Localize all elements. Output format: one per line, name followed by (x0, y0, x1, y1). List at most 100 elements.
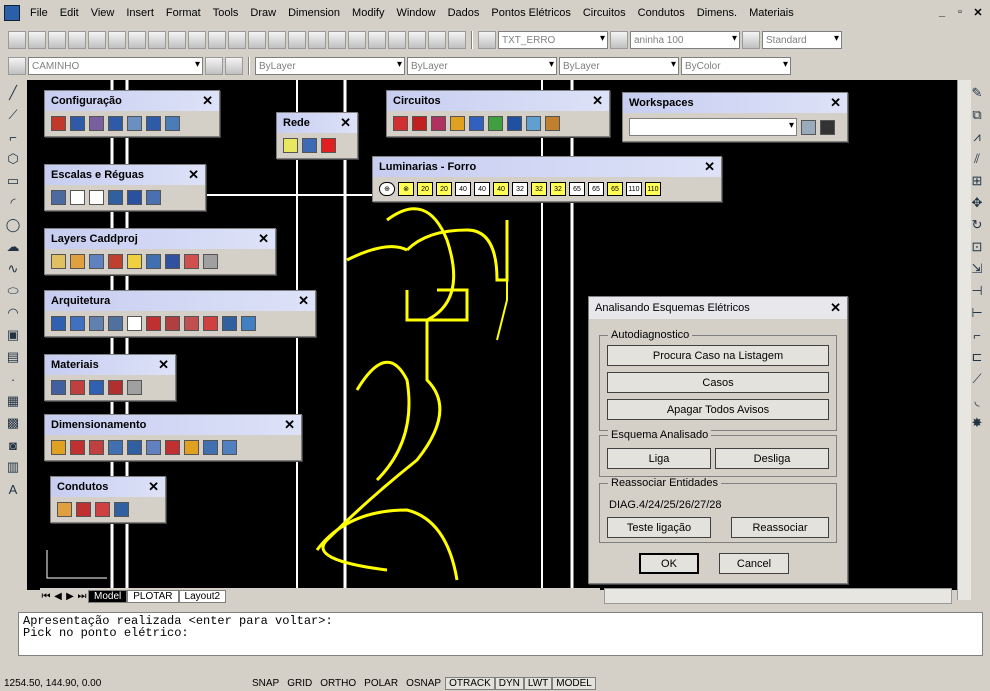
arq-icon[interactable] (70, 316, 85, 331)
palette-title[interactable]: Layers Caddproj ✕ (45, 229, 275, 249)
circuit-icon[interactable] (488, 116, 503, 131)
mtext-icon[interactable]: A (4, 480, 22, 498)
escala-icon[interactable] (70, 190, 85, 205)
dim-icon[interactable] (70, 440, 85, 455)
circuit-icon[interactable] (545, 116, 560, 131)
ellipse-icon[interactable]: ⬭ (4, 282, 22, 300)
zoom-realtime-icon[interactable] (268, 31, 286, 49)
dim-style-combo[interactable]: aninha 100 (630, 31, 740, 49)
config-icon[interactable] (51, 116, 66, 131)
close-icon[interactable]: ✕ (704, 159, 715, 175)
config-icon[interactable] (89, 116, 104, 131)
material-icon[interactable] (89, 380, 104, 395)
lineweight-combo[interactable]: ByLayer (559, 57, 679, 75)
close-icon[interactable]: ✕ (830, 95, 841, 111)
color-combo[interactable]: ByLayer (255, 57, 405, 75)
menu-circuitos[interactable]: Circuitos (577, 7, 632, 19)
dim-icon[interactable] (146, 440, 161, 455)
palette-title[interactable]: Condutos ✕ (51, 477, 165, 497)
dim-icon[interactable] (184, 440, 199, 455)
text-style-icon[interactable] (478, 31, 496, 49)
arq-icon[interactable] (108, 316, 123, 331)
new-icon[interactable] (8, 31, 26, 49)
properties-icon[interactable] (328, 31, 346, 49)
menu-modify[interactable]: Modify (346, 7, 390, 19)
palette-title[interactable]: Materiais ✕ (45, 355, 175, 375)
luminaria-round-icon[interactable]: ⊕ (379, 182, 395, 196)
help-icon[interactable] (448, 31, 466, 49)
layer-combo[interactable]: CAMINHO (28, 57, 203, 75)
table-icon[interactable]: ▥ (4, 458, 22, 476)
config-icon[interactable] (146, 116, 161, 131)
escala-icon[interactable] (108, 190, 123, 205)
menu-format[interactable]: Format (160, 7, 207, 19)
arq-icon[interactable] (203, 316, 218, 331)
menu-edit[interactable]: Edit (54, 7, 85, 19)
workspace-save-icon[interactable] (820, 119, 835, 135)
line-icon[interactable]: ╱ (4, 84, 22, 102)
grid-button[interactable]: GRID (283, 677, 316, 690)
polyline-icon[interactable]: ⌐ (4, 128, 22, 146)
print-icon[interactable] (68, 31, 86, 49)
otrack-button[interactable]: OTRACK (445, 677, 495, 690)
escala-icon[interactable] (127, 190, 142, 205)
arq-icon[interactable] (222, 316, 237, 331)
luminaria-icon[interactable]: 32 (550, 182, 566, 196)
luminaria-icon[interactable]: 32 (512, 182, 528, 196)
luminaria-icon[interactable]: 40 (474, 182, 490, 196)
menu-tools[interactable]: Tools (207, 7, 245, 19)
palette-title[interactable]: Luminarias - Forro ✕ (373, 157, 721, 177)
app-icon[interactable] (4, 5, 20, 21)
markup-icon[interactable] (408, 31, 426, 49)
conduto-icon[interactable] (95, 502, 110, 517)
apagar-avisos-button[interactable]: Apagar Todos Avisos (607, 399, 829, 420)
layer-manager-icon[interactable] (8, 57, 26, 75)
arq-icon[interactable] (89, 316, 104, 331)
circuit-icon[interactable] (450, 116, 465, 131)
dim-icon[interactable] (203, 440, 218, 455)
publish-icon[interactable] (108, 31, 126, 49)
next-tab-icon[interactable]: ▶ (64, 591, 76, 602)
material-icon[interactable] (108, 380, 123, 395)
snap-button[interactable]: SNAP (248, 677, 283, 690)
polar-button[interactable]: POLAR (360, 677, 402, 690)
layer-icon[interactable] (70, 254, 85, 269)
dim-icon[interactable] (165, 440, 180, 455)
make-block-icon[interactable]: ▤ (4, 348, 22, 366)
matchprop-icon[interactable] (188, 31, 206, 49)
minimize-icon[interactable]: _ (934, 4, 950, 20)
hatch-icon[interactable]: ▦ (4, 392, 22, 410)
calc-icon[interactable] (428, 31, 446, 49)
workspace-combo[interactable] (629, 118, 797, 136)
luminaria-icon[interactable]: 65 (569, 182, 585, 196)
paste-icon[interactable] (168, 31, 186, 49)
dim-icon[interactable] (51, 440, 66, 455)
close-icon[interactable]: ✕ (284, 417, 295, 433)
palette-title[interactable]: Rede ✕ (277, 113, 357, 133)
revcloud-icon[interactable]: ☁ (4, 238, 22, 256)
undo-icon[interactable] (208, 31, 226, 49)
dim-icon[interactable] (108, 440, 123, 455)
layer-icon[interactable] (108, 254, 123, 269)
menu-window[interactable]: Window (390, 7, 441, 19)
tab-plotar[interactable]: PLOTAR (127, 589, 179, 603)
palette-title[interactable]: Circuitos ✕ (387, 91, 609, 111)
circle-icon[interactable]: ◯ (4, 216, 22, 234)
palette-title[interactable]: Workspaces ✕ (623, 93, 847, 113)
procura-caso-button[interactable]: Procura Caso na Listagem (607, 345, 829, 366)
close-icon[interactable]: ✕ (188, 167, 199, 183)
material-icon[interactable] (51, 380, 66, 395)
config-icon[interactable] (165, 116, 180, 131)
luminaria-icon[interactable]: 65 (588, 182, 604, 196)
arq-icon[interactable] (241, 316, 256, 331)
polygon-icon[interactable]: ⬡ (4, 150, 22, 168)
menu-view[interactable]: View (85, 7, 121, 19)
rede-icon[interactable] (283, 138, 298, 153)
close-icon[interactable]: ✕ (202, 93, 213, 109)
luminaria-icon[interactable]: 20 (436, 182, 452, 196)
region-icon[interactable]: ◙ (4, 436, 22, 454)
cut-icon[interactable] (128, 31, 146, 49)
menu-dimens[interactable]: Dimens. (691, 7, 743, 19)
dim-icon[interactable] (127, 440, 142, 455)
escala-icon[interactable] (146, 190, 161, 205)
